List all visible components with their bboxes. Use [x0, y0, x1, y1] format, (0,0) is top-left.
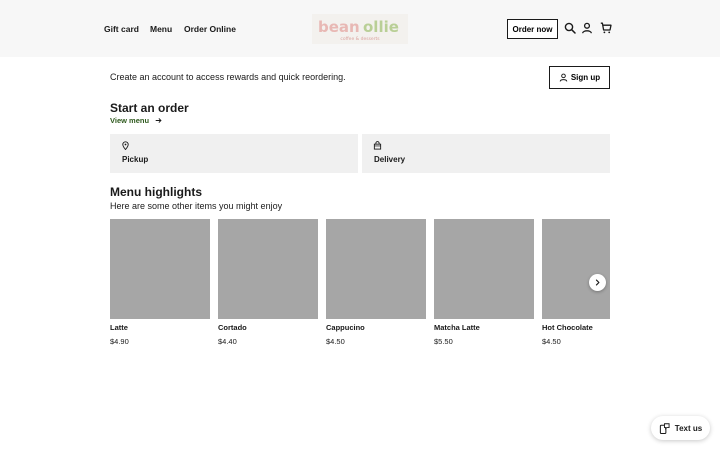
location-pin-icon — [122, 141, 129, 150]
nav-menu[interactable]: Menu — [150, 24, 172, 34]
menu-item-price: $4.90 — [110, 337, 129, 346]
text-us-label: Text us — [674, 423, 703, 433]
menu-item-card[interactable]: Cappucino $4.50 — [326, 219, 426, 346]
menu-item-price: $4.50 — [326, 337, 345, 346]
logo-text: bean — [318, 18, 360, 36]
arrow-right-icon — [155, 118, 162, 123]
account-prompt: Create an account to access rewards and … — [110, 72, 346, 82]
menu-item-card[interactable]: Latte $4.90 — [110, 219, 210, 346]
menu-item-image — [218, 219, 318, 319]
pickup-option[interactable]: Pickup — [110, 134, 358, 173]
menu-highlights-title: Menu highlights — [110, 185, 202, 199]
menu-item-image — [110, 219, 210, 319]
svg-text:ollie: ollie — [363, 18, 399, 36]
view-menu-label: View menu — [110, 116, 150, 125]
menu-item-price: $4.50 — [542, 337, 561, 346]
delivery-bag-icon — [373, 141, 382, 150]
menu-item-name: Hot Chocolate — [542, 323, 593, 332]
menu-highlights-subtitle: Here are some other items you might enjo… — [110, 201, 283, 211]
logo-subtext: coffee & desserts — [340, 36, 380, 42]
text-us-button[interactable]: Text us — [651, 416, 710, 440]
view-menu-link[interactable]: View menu — [110, 116, 162, 125]
nav-order-online[interactable]: Order Online — [184, 24, 236, 34]
menu-item-name: Latte — [110, 323, 128, 332]
delivery-label: Delivery — [374, 155, 406, 164]
chevron-right-icon — [595, 279, 600, 286]
search-icon[interactable] — [564, 22, 576, 34]
order-now-button[interactable]: Order now — [507, 19, 558, 39]
site-header: Gift card Menu Order Online bean ollie c… — [0, 0, 720, 57]
menu-item-price: $4.40 — [218, 337, 237, 346]
nav-gift-card[interactable]: Gift card — [104, 24, 139, 34]
menu-item-image — [434, 219, 534, 319]
menu-item-image — [542, 219, 610, 319]
menu-item-name: Cortado — [218, 323, 247, 332]
sign-up-button[interactable]: Sign up — [549, 66, 610, 89]
brand-logo[interactable]: bean ollie coffee & desserts — [312, 14, 408, 44]
delivery-option[interactable]: Delivery — [362, 134, 610, 173]
cart-icon[interactable] — [600, 22, 612, 34]
phone-message-icon — [659, 422, 670, 434]
user-icon — [559, 73, 568, 82]
menu-item-name: Matcha Latte — [434, 323, 480, 332]
menu-item-card[interactable]: Hot Chocolate $4.50 — [542, 219, 610, 346]
menu-item-name: Cappucino — [326, 323, 365, 332]
sign-up-label: Sign up — [570, 73, 601, 82]
menu-item-card[interactable]: Matcha Latte $5.50 — [434, 219, 534, 346]
menu-item-image — [326, 219, 426, 319]
carousel-next-button[interactable] — [589, 274, 606, 291]
account-icon[interactable] — [581, 22, 593, 34]
menu-item-card[interactable]: Cortado $4.40 — [218, 219, 318, 346]
start-order-title: Start an order — [110, 101, 189, 115]
menu-item-price: $5.50 — [434, 337, 453, 346]
pickup-label: Pickup — [122, 155, 149, 164]
